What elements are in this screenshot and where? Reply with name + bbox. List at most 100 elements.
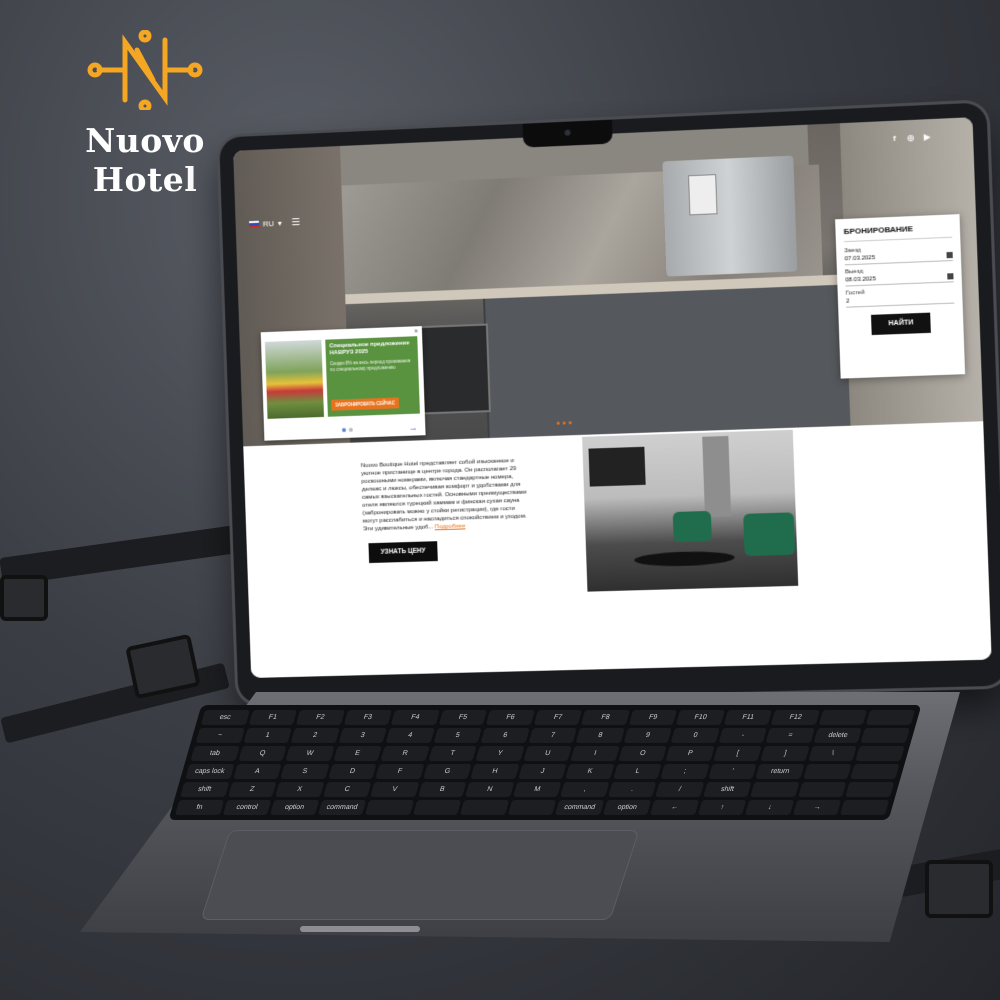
keyboard-key[interactable]: return: [755, 764, 805, 779]
keyboard-key[interactable]: F4: [390, 710, 440, 725]
keyboard-key[interactable]: F1: [248, 710, 298, 725]
keyboard-key[interactable]: [866, 710, 916, 725]
keyboard-key[interactable]: T: [428, 746, 477, 761]
keyboard-key[interactable]: control: [222, 800, 272, 815]
keyboard-key[interactable]: 8: [575, 728, 625, 743]
keyboard-key[interactable]: N: [465, 782, 515, 797]
keyboard-key[interactable]: caps lock: [185, 764, 235, 779]
keyboard-key[interactable]: ,: [560, 782, 610, 797]
keyboard-key[interactable]: -: [718, 728, 768, 743]
keyboard-key[interactable]: esc: [200, 710, 250, 725]
keyboard-key[interactable]: /: [655, 782, 705, 797]
keyboard-key[interactable]: [850, 764, 900, 779]
keyboard-key[interactable]: command: [555, 800, 605, 815]
arrow-right-icon[interactable]: →: [408, 423, 417, 433]
keyboard-key[interactable]: 4: [385, 728, 435, 743]
facebook-icon[interactable]: f: [889, 133, 900, 144]
keyboard-key[interactable]: K: [565, 764, 615, 779]
keyboard-key[interactable]: F8: [581, 710, 630, 725]
keyboard-key[interactable]: [507, 800, 557, 815]
keyboard-key[interactable]: H: [470, 764, 520, 779]
pagination-dot[interactable]: [568, 421, 572, 425]
keyboard-key[interactable]: tab: [190, 746, 240, 761]
keyboard-key[interactable]: [750, 782, 800, 797]
keyboard-key[interactable]: [845, 782, 895, 797]
pagination-dot[interactable]: [562, 421, 566, 425]
keyboard-key[interactable]: shift: [702, 782, 752, 797]
keyboard-key[interactable]: shift: [180, 782, 229, 797]
close-icon[interactable]: ×: [414, 328, 418, 335]
keyboard-key[interactable]: J: [517, 764, 567, 779]
keyboard-key[interactable]: G: [422, 764, 472, 779]
keyboard-key[interactable]: \: [808, 746, 858, 761]
keyboard-key[interactable]: 0: [670, 728, 720, 743]
keyboard-key[interactable]: F9: [628, 710, 678, 725]
keyboard-key[interactable]: .: [607, 782, 657, 797]
keyboard-key[interactable]: L: [613, 764, 662, 779]
keyboard-key[interactable]: [818, 710, 868, 725]
keyboard-key[interactable]: delete: [813, 728, 863, 743]
keyboard-key[interactable]: F5: [438, 710, 488, 725]
keyboard-key[interactable]: 5: [433, 728, 483, 743]
keyboard-key[interactable]: E: [333, 746, 382, 761]
keyboard-key[interactable]: S: [280, 764, 330, 779]
search-button[interactable]: НАЙТИ: [871, 312, 931, 336]
keyboard-key[interactable]: [412, 800, 462, 815]
youtube-icon[interactable]: ▶: [922, 131, 933, 142]
pagination-dot[interactable]: [556, 421, 560, 425]
keyboard-key[interactable]: [460, 800, 509, 815]
instagram-icon[interactable]: ◎: [905, 132, 916, 143]
hamburger-icon[interactable]: ☰: [291, 217, 300, 228]
keyboard-key[interactable]: P: [665, 746, 715, 761]
keyboard-key[interactable]: 2: [290, 728, 340, 743]
keyboard-key[interactable]: R: [380, 746, 430, 761]
keyboard-key[interactable]: F: [375, 764, 425, 779]
keyboard-key[interactable]: Q: [237, 746, 287, 761]
keyboard-key[interactable]: A: [232, 764, 282, 779]
keyboard-key[interactable]: fn: [174, 800, 224, 815]
keyboard-key[interactable]: F10: [676, 710, 725, 725]
keyboard-key[interactable]: 3: [338, 728, 388, 743]
keyboard-key[interactable]: [840, 800, 890, 815]
keyboard-key[interactable]: F6: [485, 710, 535, 725]
keyboard-key[interactable]: O: [618, 746, 668, 761]
keyboard-key[interactable]: 6: [480, 728, 530, 743]
keyboard-key[interactable]: 1: [243, 728, 292, 743]
keyboard-key[interactable]: F3: [343, 710, 393, 725]
keyboard-key[interactable]: ]: [760, 746, 810, 761]
keyboard-key[interactable]: ~: [195, 728, 245, 743]
pagination-dot[interactable]: [341, 428, 347, 433]
keyboard-key[interactable]: F12: [771, 710, 820, 725]
keyboard-key[interactable]: D: [327, 764, 377, 779]
keyboard-key[interactable]: U: [523, 746, 572, 761]
keyboard-key[interactable]: F7: [533, 710, 583, 725]
keyboard-key[interactable]: B: [417, 782, 467, 797]
keyboard-key[interactable]: I: [570, 746, 620, 761]
keyboard-key[interactable]: V: [370, 782, 420, 797]
keyboard-key[interactable]: =: [765, 728, 815, 743]
keyboard-key[interactable]: ;: [660, 764, 710, 779]
keyboard-key[interactable]: F11: [723, 710, 773, 725]
keyboard-key[interactable]: X: [275, 782, 325, 797]
read-more-link[interactable]: Подробнее: [435, 523, 466, 530]
pagination-dot[interactable]: [348, 427, 353, 432]
keyboard-key[interactable]: [855, 746, 905, 761]
keyboard-key[interactable]: [: [713, 746, 763, 761]
promo-book-button[interactable]: ЗАБРОНИРОВАТЬ СЕЙЧАС: [331, 397, 400, 411]
keyboard-key[interactable]: Y: [475, 746, 525, 761]
keyboard-key[interactable]: [803, 764, 853, 779]
keyboard-key[interactable]: [861, 728, 910, 743]
keyboard-key[interactable]: command: [317, 800, 367, 815]
keyboard-key[interactable]: option: [602, 800, 652, 815]
keyboard-key[interactable]: Z: [227, 782, 277, 797]
check-price-button[interactable]: УЗНАТЬ ЦЕНУ: [368, 541, 438, 564]
keyboard-key[interactable]: M: [512, 782, 562, 797]
keyboard-key[interactable]: F2: [295, 710, 345, 725]
keyboard-key[interactable]: C: [322, 782, 372, 797]
keyboard-key[interactable]: 9: [623, 728, 673, 743]
keyboard-key[interactable]: option: [270, 800, 319, 815]
keyboard-key[interactable]: [798, 782, 847, 797]
keyboard-key[interactable]: W: [285, 746, 335, 761]
keyboard-key[interactable]: ': [708, 764, 757, 779]
trackpad[interactable]: [200, 830, 640, 920]
